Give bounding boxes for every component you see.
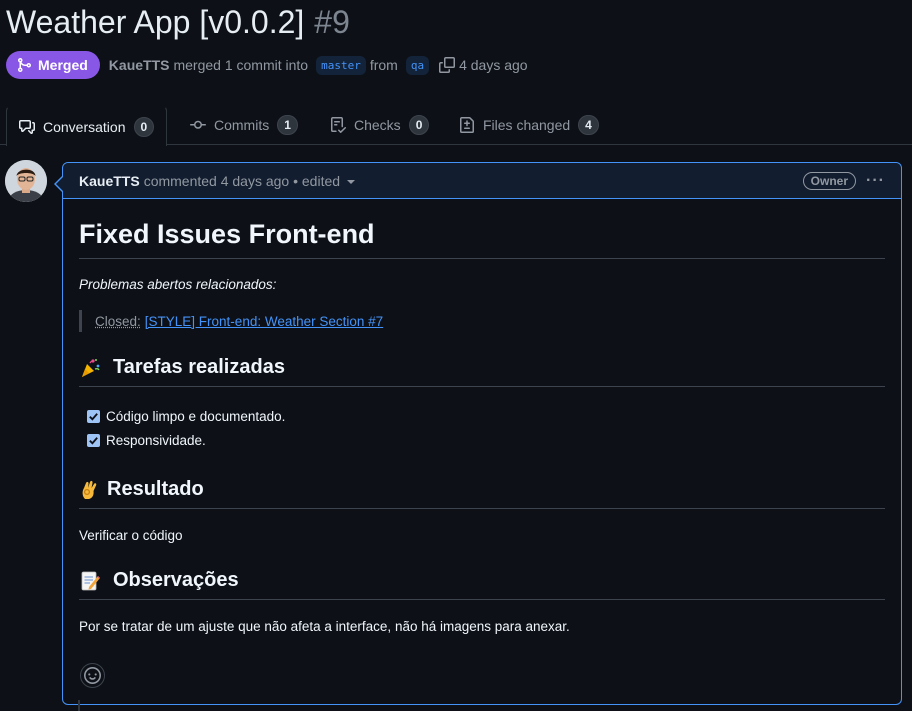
chevron-down-icon[interactable] <box>347 179 356 184</box>
notes-heading: Observações <box>79 569 885 600</box>
merged-state-label: Merged <box>38 57 88 73</box>
comment-body: Fixed Issues Front-end Problemas abertos… <box>63 199 901 650</box>
pr-tabs: Conversation 0 Commits 1 Checks 0 Files … <box>0 105 912 146</box>
task-item-label: Responsividade. <box>106 432 206 448</box>
head-branch-label[interactable]: qa <box>405 55 430 75</box>
copy-icon[interactable] <box>439 57 456 73</box>
comment-header: KaueTTS commented 4 days ago • edited Ow… <box>63 163 901 199</box>
tab-checks[interactable]: Checks 0 <box>318 105 441 145</box>
kebab-menu-icon[interactable]: ··· <box>866 172 885 190</box>
checkbox-checked-icon[interactable] <box>87 433 100 447</box>
task-item-label: Código limpo e documentado. <box>106 408 286 424</box>
owner-badge: Owner <box>802 171 857 190</box>
pr-meta-row: Merged KaueTTS merged 1 commit into mast… <box>6 51 528 79</box>
checkbox-checked-icon[interactable] <box>87 409 100 423</box>
tasks-heading: Tarefas realizadas <box>79 356 885 387</box>
party-popper-icon <box>79 357 101 379</box>
notes-heading-text: Observações <box>113 569 239 591</box>
avatar-image <box>5 160 47 202</box>
tab-files-changed-label: Files changed <box>483 117 571 133</box>
comment-meta[interactable]: commented 4 days ago • edited <box>144 173 340 189</box>
avatar[interactable] <box>5 160 47 202</box>
tab-checks-label: Checks <box>354 117 401 133</box>
related-issues-label: Problemas abertos relacionados: <box>79 277 277 292</box>
pr-merged-time: 4 days ago <box>459 57 528 73</box>
tab-commits-count: 1 <box>277 115 298 135</box>
result-text: Verificar o código <box>79 528 183 543</box>
git-commit-icon <box>190 120 206 129</box>
file-diff-icon <box>460 117 474 133</box>
closed-issue-link[interactable]: [STYLE] Front-end: Weather Section #7 <box>145 314 383 329</box>
comment-heading: Fixed Issues Front-end <box>79 219 885 259</box>
pr-number: #9 <box>314 4 350 40</box>
notes-text: Por se tratar de um ajuste que não afeta… <box>79 619 570 634</box>
merged-state-badge: Merged <box>6 51 100 79</box>
result-heading: Resultado <box>79 478 885 509</box>
pull-request-page: Weather App [v0.0.2] #9 Merged KaueTTS m… <box>0 0 912 711</box>
pr-title: Weather App [v0.0.2] <box>6 4 305 40</box>
tab-conversation[interactable]: Conversation 0 <box>6 105 168 146</box>
git-merge-icon <box>18 58 32 72</box>
pr-author-link[interactable]: KaueTTS <box>109 57 170 73</box>
comment-author-link[interactable]: KaueTTS <box>79 173 140 189</box>
closed-label: Closed: <box>95 313 141 329</box>
tab-commits-label: Commits <box>214 117 270 133</box>
tab-conversation-count: 0 <box>133 116 155 137</box>
base-branch-label[interactable]: master <box>316 55 366 75</box>
tab-commits[interactable]: Commits 1 <box>178 105 310 145</box>
timeline-line <box>78 700 80 711</box>
comment-discussion-icon <box>19 119 35 134</box>
tab-files-changed-count: 4 <box>578 115 599 135</box>
ok-hand-icon <box>79 479 101 501</box>
add-reaction-button[interactable] <box>80 663 105 688</box>
tab-conversation-label: Conversation <box>43 118 126 135</box>
task-item: Código limpo e documentado. <box>87 404 885 428</box>
checklist-icon <box>331 117 346 133</box>
task-item: Responsividade. <box>87 428 885 452</box>
result-heading-text: Resultado <box>107 478 204 500</box>
pr-merged-text: merged 1 commit into <box>173 57 309 73</box>
tab-checks-count: 0 <box>408 115 430 135</box>
comment-pointer-inner <box>56 177 63 191</box>
tab-files-changed[interactable]: Files changed 4 <box>447 105 611 145</box>
tasks-heading-text: Tarefas realizadas <box>113 356 285 378</box>
task-list: Código limpo e documentado. Responsivida… <box>79 404 885 452</box>
pr-title-row: Weather App [v0.0.2] #9 <box>6 4 350 44</box>
pr-description-comment: KaueTTS commented 4 days ago • edited Ow… <box>62 162 902 705</box>
related-issue-quote: Closed: [STYLE] Front-end: Weather Secti… <box>79 310 885 332</box>
smiley-icon <box>84 667 101 684</box>
memo-icon <box>79 570 101 592</box>
pr-from-text: from <box>369 57 398 73</box>
